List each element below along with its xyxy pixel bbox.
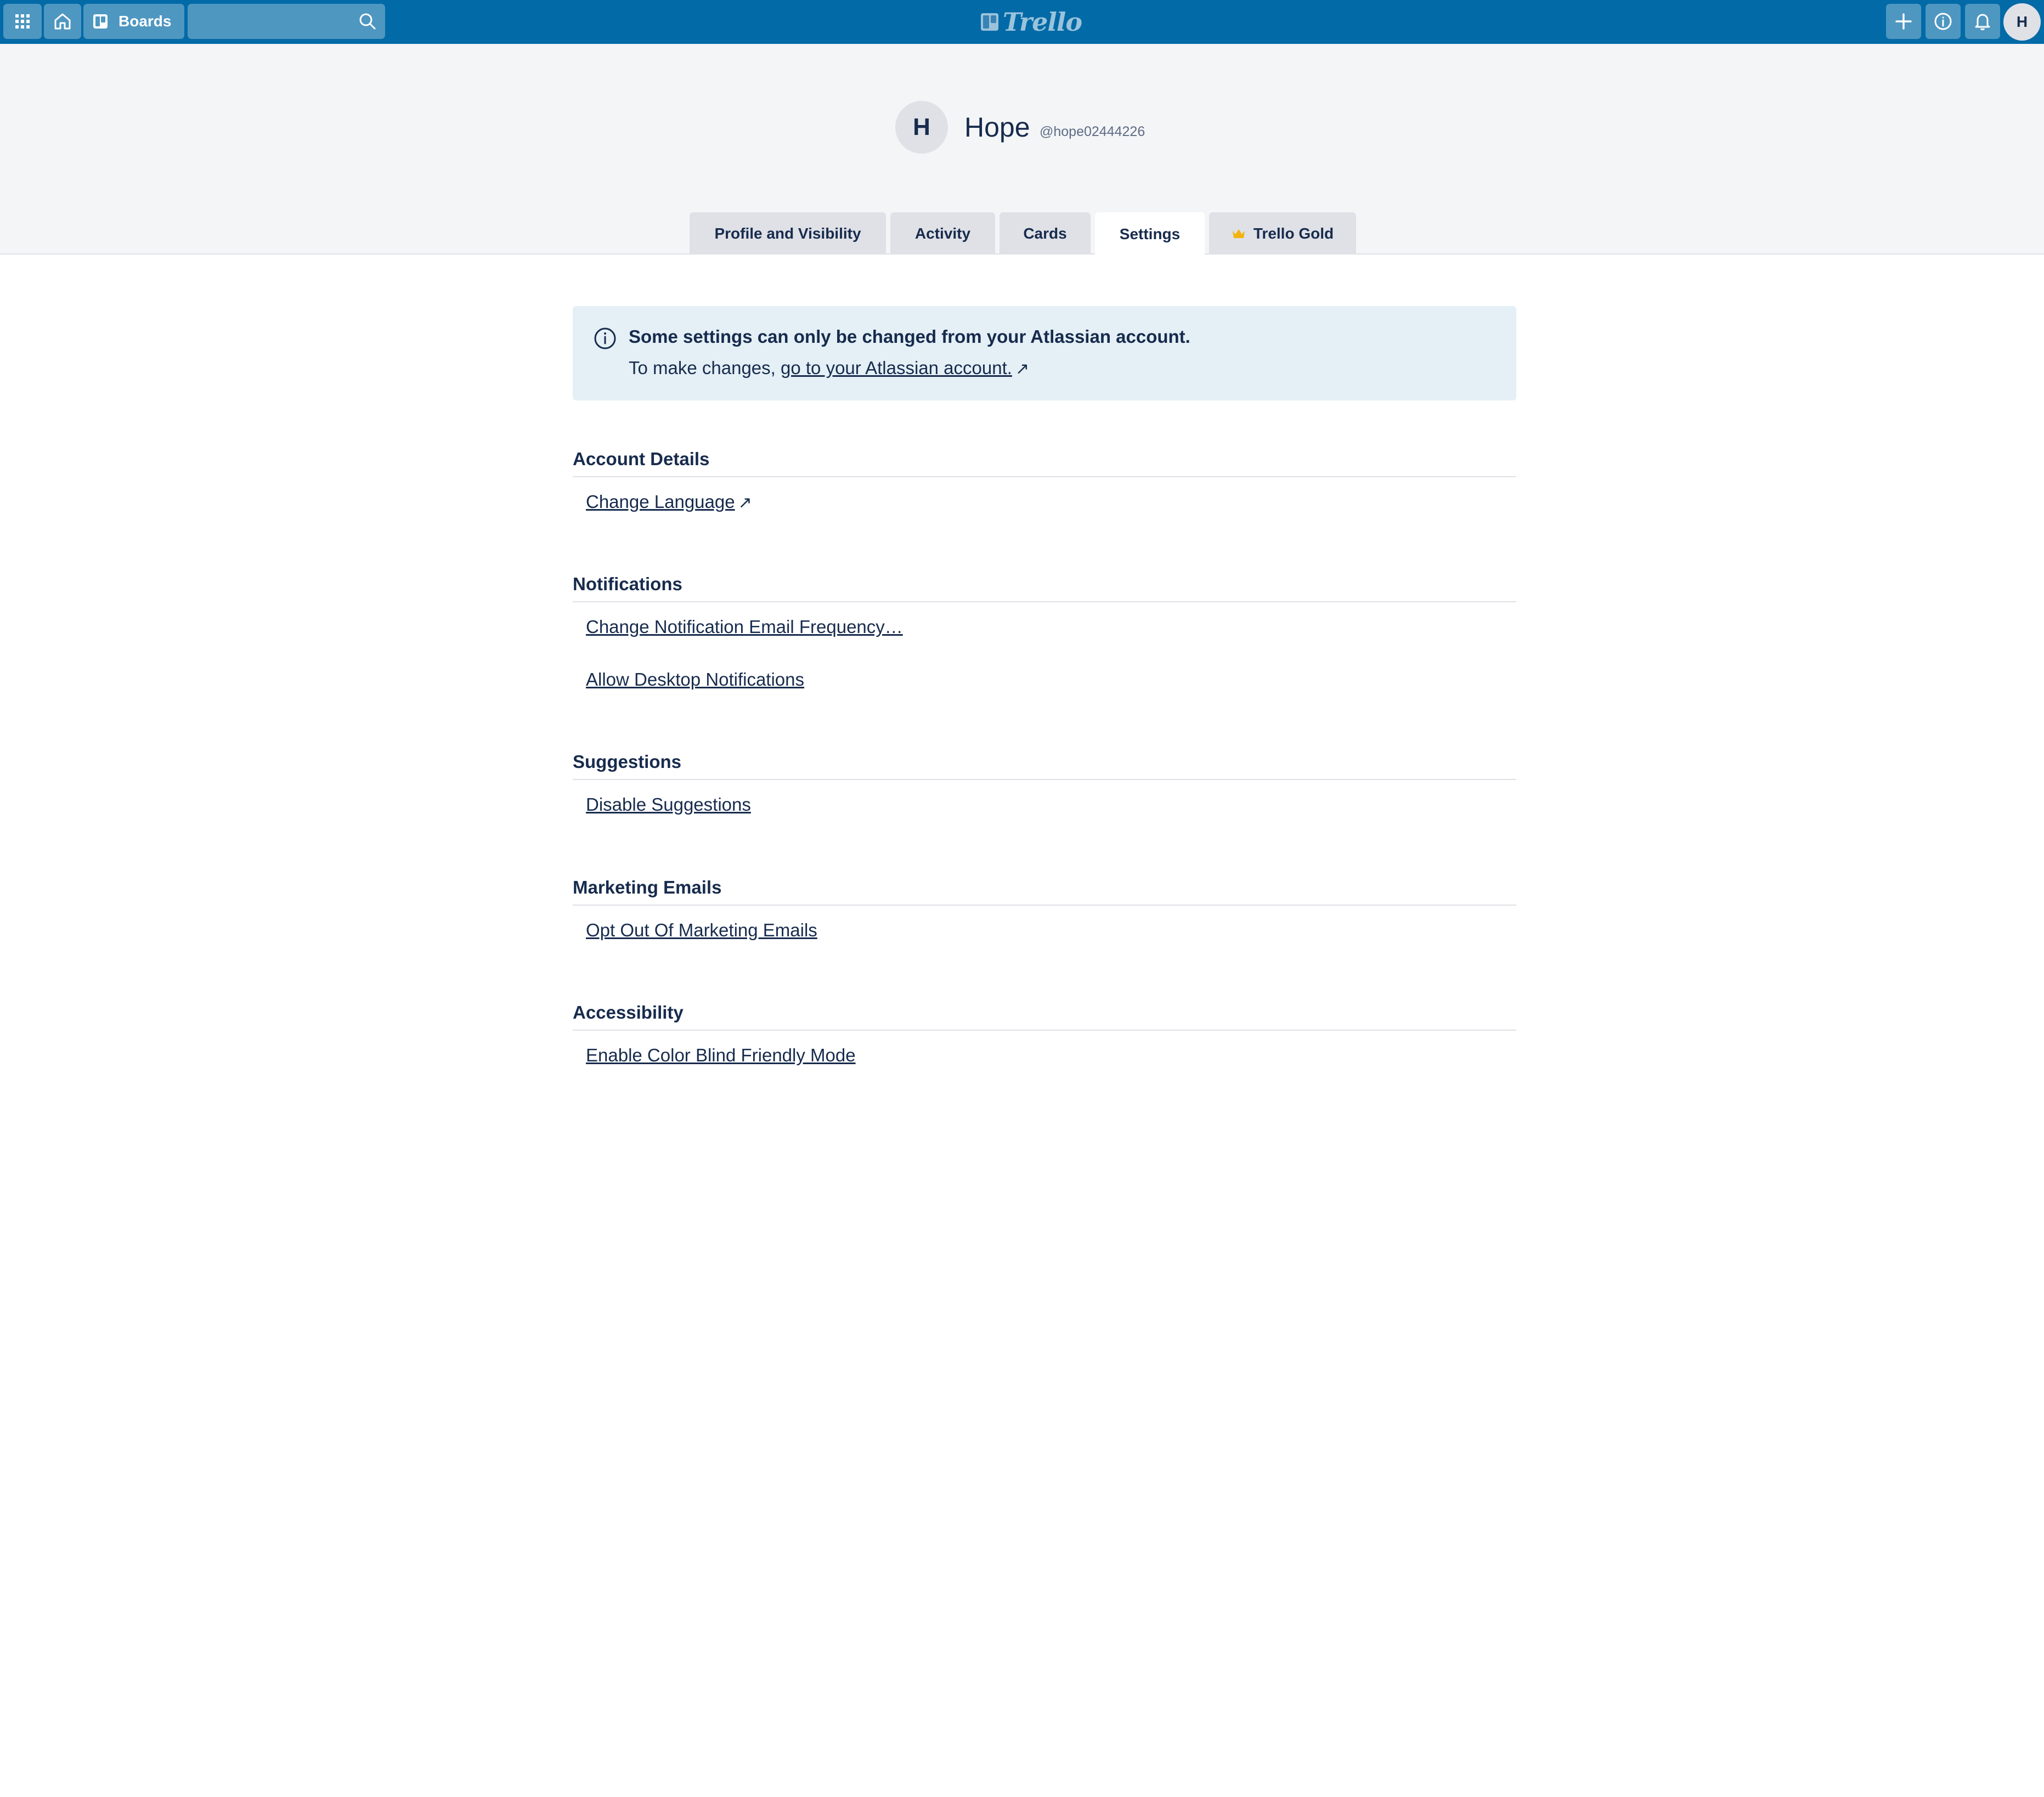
trello-logo-icon [981,13,998,31]
tab-cards[interactable]: Cards [1000,212,1091,255]
info-button[interactable] [1926,4,1961,39]
search-box[interactable] [188,4,385,39]
trello-logo-text: Trello [1003,7,1082,37]
crown-icon [1232,229,1245,238]
banner-text-prefix: To make changes, [629,358,776,378]
allow-desktop-notifications-link[interactable]: Allow Desktop Notifications [586,668,804,691]
tab-label: Activity [914,224,971,242]
profile-avatar: H [895,101,948,154]
section-title: Marketing Emails [573,876,1516,906]
tab-label: Settings [1119,225,1181,242]
section-title: Accessibility [573,1001,1516,1031]
search-icon[interactable] [359,13,376,30]
tab-settings[interactable]: Settings [1095,212,1205,256]
boards-label: Boards [118,13,172,30]
notifications-button[interactable] [1965,4,2000,39]
atlassian-account-link[interactable]: go to your Atlassian account. [781,358,1012,378]
external-link-icon: ↗ [738,494,752,512]
disable-suggestions-link[interactable]: Disable Suggestions [586,793,751,816]
section-title: Notifications [573,573,1516,602]
link-label: Change Language [586,491,735,512]
boards-button[interactable]: Boards [83,4,184,39]
profile-header: H Hope @hope02444226 Profile and Visibil… [0,44,2044,256]
color-blind-mode-link[interactable]: Enable Color Blind Friendly Mode [586,1044,856,1067]
section-title: Suggestions [573,750,1516,780]
grid-icon [15,14,30,29]
trello-logo[interactable]: Trello [980,7,1082,37]
info-icon [1934,13,1952,30]
section-accessibility: Accessibility Enable Color Blind Friendl… [573,1001,1516,1097]
tab-trello-gold[interactable]: Trello Gold [1209,212,1356,255]
change-notification-frequency-link[interactable]: Change Notification Email Frequency… [586,615,903,638]
tab-label: Trello Gold [1253,224,1334,242]
search-input[interactable] [188,4,352,39]
settings-content: Some settings can only be changed from y… [573,306,1516,400]
profile-name: Hope [964,112,1030,143]
section-account-details: Account Details Change Language ↗ [573,448,1516,544]
tab-profile-and-visibility[interactable]: Profile and Visibility [690,212,886,255]
section-marketing-emails: Marketing Emails Opt Out Of Marketing Em… [573,876,1516,971]
section-title: Account Details [573,448,1516,477]
tab-label: Cards [1023,224,1067,242]
bell-icon [1975,14,1990,31]
plus-icon [1895,13,1912,30]
external-link-icon: ↗ [1015,360,1030,378]
home-button[interactable] [44,4,81,39]
tab-label: Profile and Visibility [714,224,861,242]
home-icon [54,13,71,30]
app-switcher-button[interactable] [3,4,42,39]
opt-out-marketing-emails-link[interactable]: Opt Out Of Marketing Emails [586,919,817,942]
atlassian-account-banner: Some settings can only be changed from y… [573,306,1516,400]
top-header: Boards Trello H [0,0,2044,44]
info-icon [594,327,616,349]
banner-text: To make changes, go to your Atlassian ac… [629,357,1029,381]
change-language-link[interactable]: Change Language ↗ [586,490,752,515]
profile-username: @hope02444226 [1040,124,1145,139]
account-avatar[interactable]: H [2003,3,2041,41]
create-button[interactable] [1886,4,1921,39]
banner-title: Some settings can only be changed from y… [629,326,1190,347]
tab-activity[interactable]: Activity [890,212,995,255]
profile-tabs: Profile and Visibility Activity Cards Se… [0,212,2044,256]
board-icon [93,14,108,29]
section-notifications: Notifications Change Notification Email … [573,573,1516,721]
section-suggestions: Suggestions Disable Suggestions [573,750,1516,846]
